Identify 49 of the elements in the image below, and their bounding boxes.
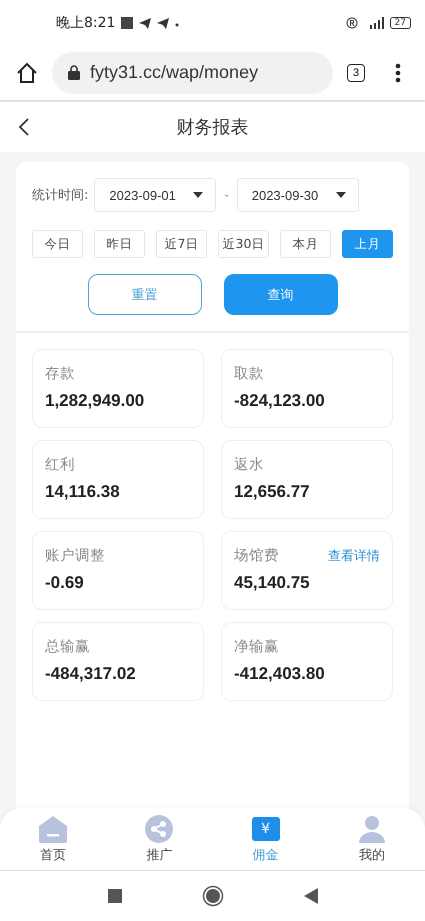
start-date-select[interactable]: 2023-09-01 xyxy=(94,178,216,212)
tab-bar-item[interactable]: 首页 xyxy=(13,814,94,864)
stat-label: 场馆费 xyxy=(234,547,279,565)
stat-value: -824,123.00 xyxy=(234,391,326,411)
stat-label: 账户调整 xyxy=(45,547,105,565)
notification-icons xyxy=(121,16,180,30)
stat-value: -0.69 xyxy=(45,573,85,593)
user-icon xyxy=(358,814,386,842)
menu-icon[interactable] xyxy=(395,62,401,82)
stat-value: 45,140.75 xyxy=(234,573,311,593)
tab-count-button[interactable]: 3 xyxy=(347,64,365,82)
page-title: 财务报表 xyxy=(176,116,248,139)
details-link[interactable]: 查看详情 xyxy=(328,546,380,564)
coupon-icon: ¥ xyxy=(252,816,280,840)
tab-bar-item[interactable]: 推广 xyxy=(119,814,200,864)
filter-label: 统计时间: xyxy=(32,187,88,204)
share-icon xyxy=(145,814,174,842)
home-icon[interactable] xyxy=(16,62,38,84)
end-date-select[interactable]: 2023-09-30 xyxy=(236,178,359,212)
stat-value: 12,656.77 xyxy=(234,482,311,502)
lock-icon xyxy=(68,65,80,80)
stat-value: -484,317.02 xyxy=(45,664,137,684)
back-icon[interactable] xyxy=(18,117,30,137)
stat-value: 1,282,949.00 xyxy=(45,391,146,411)
address-bar[interactable]: fyty31.cc/wap/money xyxy=(52,52,333,94)
stat-label: 取款 xyxy=(234,365,264,383)
back-icon[interactable] xyxy=(304,888,318,904)
registered-icon xyxy=(346,16,358,28)
stat-label: 存款 xyxy=(45,365,75,383)
range-tab[interactable]: 近7日 xyxy=(156,230,207,258)
home-icon xyxy=(38,814,68,842)
stat-label: 总输赢 xyxy=(45,638,90,656)
stat-label: 红利 xyxy=(45,456,75,474)
range-tab[interactable]: 昨日 xyxy=(94,230,145,258)
date-separator: - xyxy=(223,188,230,202)
status-time: 晚上8:21 xyxy=(56,14,116,32)
stat-label: 返水 xyxy=(234,456,264,474)
battery-level: 27 xyxy=(390,16,411,28)
home-button-icon[interactable] xyxy=(202,885,224,907)
dropdown-icon xyxy=(336,192,346,198)
stat-label: 净输赢 xyxy=(234,638,279,656)
range-tab[interactable]: 近30日 xyxy=(218,230,269,258)
dropdown-icon xyxy=(193,192,204,198)
stat-value: 14,116.38 xyxy=(45,482,121,502)
stat-value: -412,403.80 xyxy=(234,664,326,684)
range-tab[interactable]: 今日 xyxy=(32,230,83,258)
tab-bar-item[interactable]: 我的 xyxy=(332,814,412,864)
recents-icon[interactable] xyxy=(108,889,122,903)
range-tab[interactable]: 本月 xyxy=(280,230,331,258)
